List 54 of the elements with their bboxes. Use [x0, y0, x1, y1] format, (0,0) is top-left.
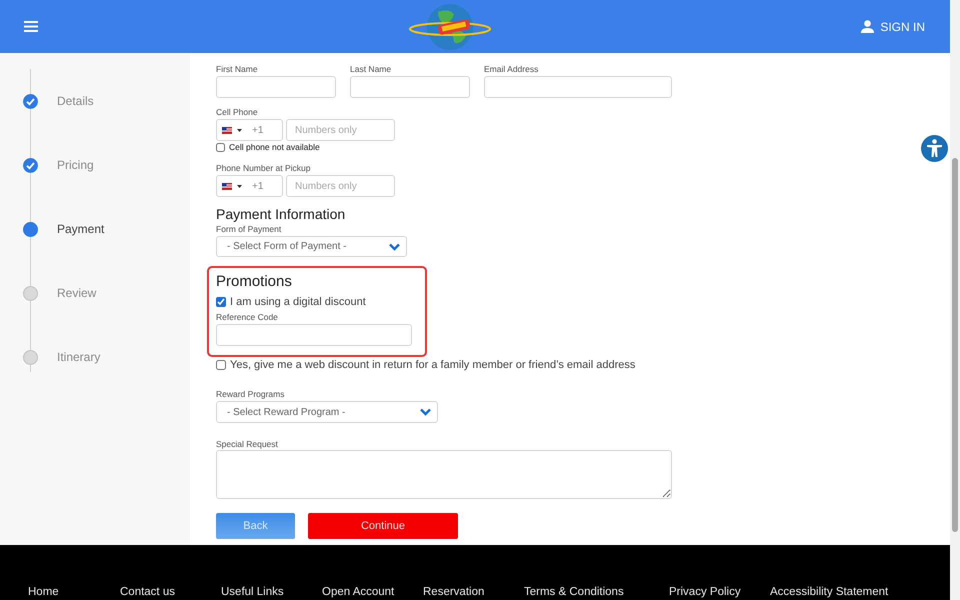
- step-label[interactable]: Review: [57, 286, 96, 300]
- field-label: Cell Phone: [216, 107, 259, 118]
- footer-link[interactable]: Reservation: [423, 586, 484, 598]
- footer-link[interactable]: Home: [28, 586, 59, 598]
- checkbox[interactable]: [216, 360, 226, 370]
- footer-link[interactable]: Contact us: [120, 586, 175, 598]
- checkbox-label: I am using a digital discount: [230, 296, 366, 308]
- checkbox-label: Cell phone not available: [229, 142, 320, 152]
- field-label: Reference Code: [216, 312, 279, 323]
- menu-icon[interactable]: [24, 21, 38, 32]
- field-label: Reward Programs: [216, 389, 286, 400]
- step-label[interactable]: Itinerary: [57, 350, 100, 364]
- footer-link[interactable]: Privacy Policy: [669, 586, 741, 598]
- step-label[interactable]: Details: [57, 94, 94, 108]
- footer-link[interactable]: Useful Links: [221, 586, 284, 598]
- step-label[interactable]: Pricing: [57, 158, 94, 172]
- scrollbar-thumb[interactable]: [952, 158, 958, 532]
- chevron-down-icon: [420, 408, 431, 416]
- phone-number-field[interactable]: Numbers only: [286, 175, 395, 197]
- section-heading: Payment Information: [216, 206, 346, 222]
- continue-button[interactable]: Continue: [308, 513, 458, 539]
- checkbox-label: Yes, give me a web discount in return for a family member or friend’s email address: [230, 359, 636, 371]
- footer-link[interactable]: Terms & Conditions: [524, 586, 624, 598]
- flag-icon: [222, 126, 232, 134]
- field-label: Special Request: [216, 439, 279, 450]
- payment-dropdown[interactable]: - Select Form of Payment -: [216, 236, 407, 257]
- footer-link[interactable]: Accessibility Statement: [770, 586, 888, 598]
- footer-link[interactable]: Open Account: [322, 586, 394, 598]
- reward-program-dropdown[interactable]: - Select Reward Program -: [216, 401, 438, 423]
- text-field[interactable]: [484, 76, 672, 98]
- step-label[interactable]: Payment: [57, 222, 104, 236]
- accessibility-icon[interactable]: [921, 135, 948, 162]
- text-field[interactable]: [216, 76, 336, 98]
- caret-icon: [237, 184, 242, 188]
- text-field[interactable]: [350, 76, 470, 98]
- user-icon: [861, 20, 874, 33]
- field-label: Email Address: [484, 64, 540, 75]
- country-code-selector[interactable]: +1: [216, 175, 283, 197]
- special-request-field[interactable]: [216, 450, 672, 499]
- field-label: Last Name: [350, 64, 392, 75]
- chevron-down-icon: [389, 242, 400, 250]
- country-code-selector[interactable]: +1: [216, 119, 283, 141]
- field-label: Form of Payment: [216, 224, 282, 235]
- globe-logo[interactable]: [408, 2, 492, 52]
- section-heading: Promotions: [216, 273, 293, 291]
- sign-in-button[interactable]: SIGN IN: [861, 20, 925, 34]
- field-label: Phone Number at Pickup: [216, 163, 312, 174]
- caret-icon: [237, 128, 242, 132]
- checkbox[interactable]: [216, 142, 225, 152]
- flag-icon: [222, 182, 232, 190]
- reference-code-field[interactable]: [216, 324, 412, 346]
- phone-number-field[interactable]: Numbers only: [286, 119, 395, 141]
- field-label: First Name: [216, 64, 259, 75]
- checkbox[interactable]: [216, 297, 226, 307]
